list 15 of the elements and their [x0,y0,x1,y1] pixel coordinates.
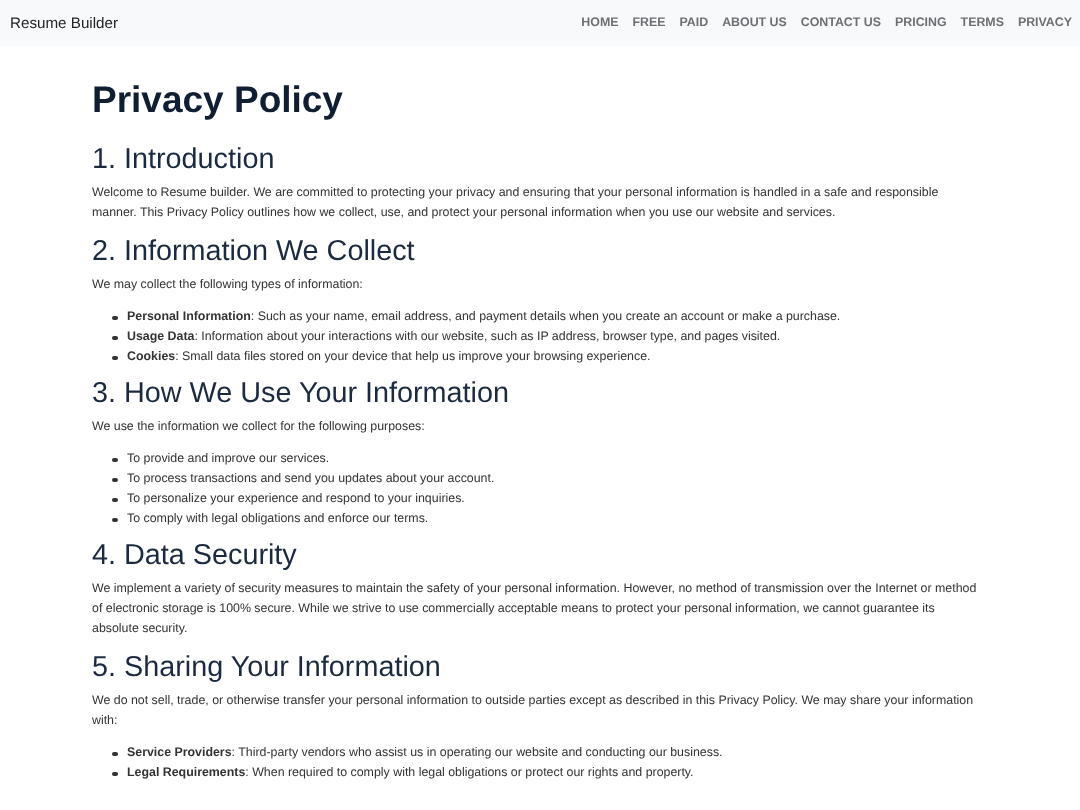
bullet-icon [112,477,117,483]
bullet-icon [112,771,117,777]
section-heading: 1. Introduction [92,144,277,178]
bullet-icon [112,517,117,523]
bullet-icon [112,315,117,321]
section-heading: 5. Sharing Your Information [92,652,443,686]
bullet-icon [112,497,117,503]
bullet-icon [112,751,117,757]
page-title: Privacy Policy [92,78,345,122]
section-heading: 3. How We Use Your Information [92,378,512,412]
bullet-icon [112,335,117,341]
section-heading: 2. Information We Collect [92,236,417,270]
bullet-icon [112,457,117,463]
bullet-icon [112,355,117,361]
section-heading: 4. Data Security [92,540,299,574]
